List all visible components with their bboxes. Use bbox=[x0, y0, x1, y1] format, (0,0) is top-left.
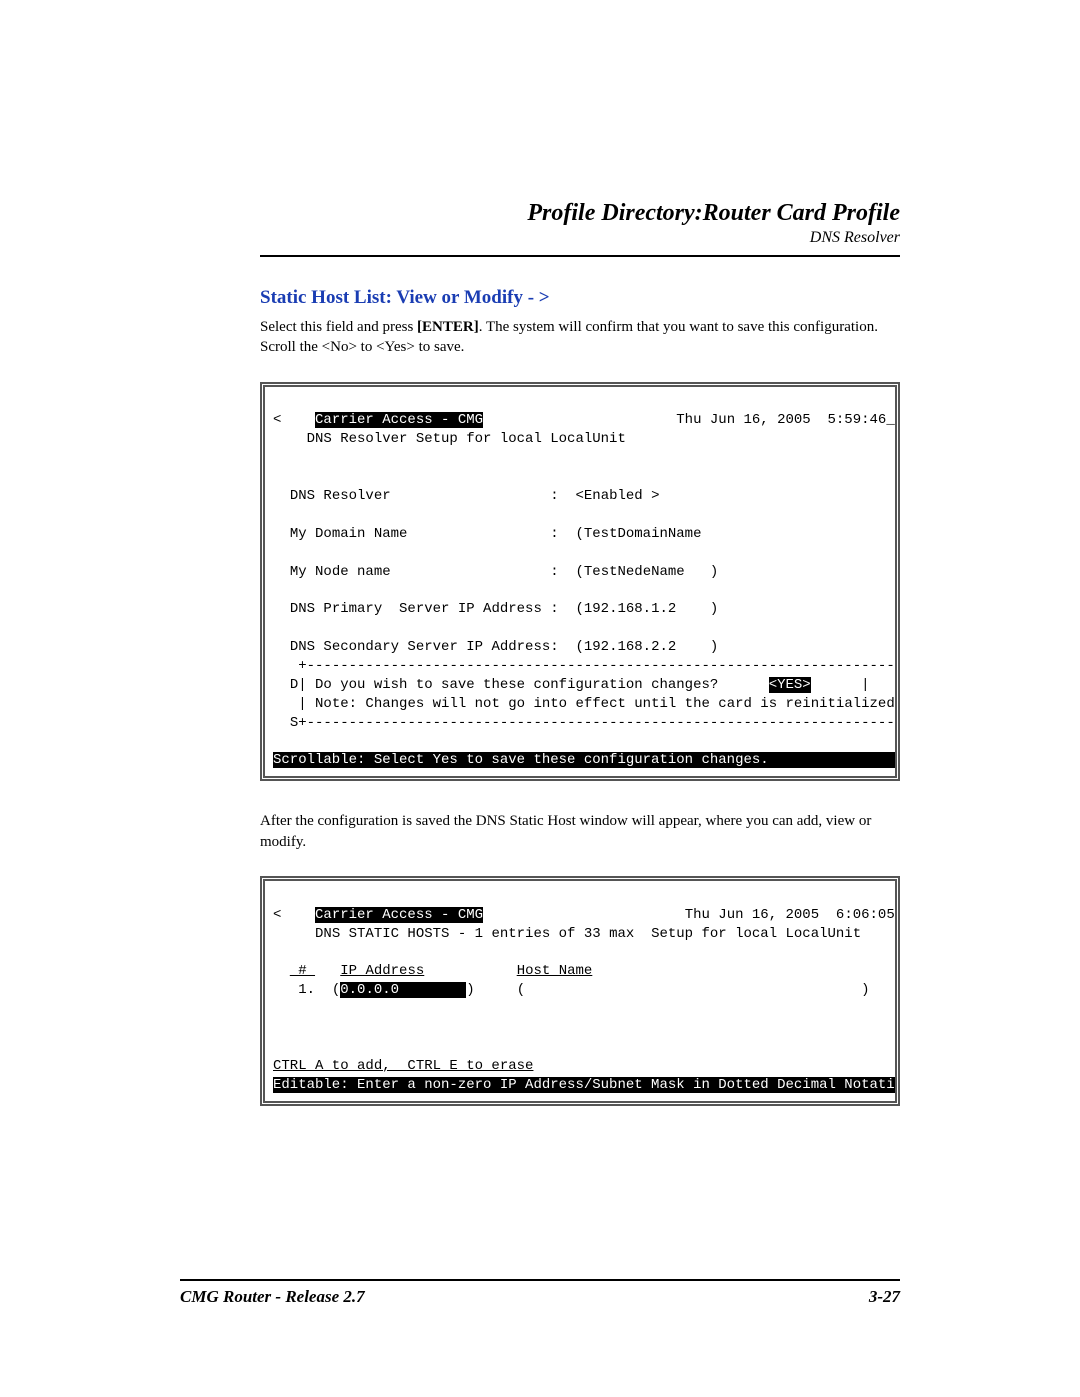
t1-dialog-top: +---------------------------------------… bbox=[298, 658, 900, 674]
header-subtitle: DNS Resolver bbox=[260, 229, 900, 247]
header-title: Profile Directory:Router Card Profile bbox=[260, 200, 900, 227]
t2-col-ip: IP Address bbox=[340, 963, 424, 979]
t2-col-host: Host Name bbox=[517, 963, 593, 979]
t1-node-label: My Node name bbox=[290, 564, 391, 580]
t2-hint: CTRL A to add, CTRL E to erase bbox=[273, 1058, 533, 1074]
t2-prompt-left: < bbox=[273, 907, 281, 923]
t1-domain-label: My Domain Name bbox=[290, 526, 408, 542]
footer-page-number: 3-27 bbox=[869, 1287, 900, 1307]
t2-title: Carrier Access - CMG bbox=[315, 907, 483, 923]
t2-ip-close: ) bbox=[466, 982, 474, 998]
enter-key-label: [ENTER] bbox=[417, 319, 479, 335]
t2-ip-input[interactable]: 0.0.0.0 bbox=[340, 982, 466, 998]
t2-subtitle: DNS STATIC HOSTS - 1 entries of 33 max S… bbox=[315, 926, 861, 942]
t2-ip-open: ( bbox=[332, 982, 340, 998]
t2-timestamp: Thu Jun 16, 2005 6:06:05 bbox=[685, 907, 895, 923]
t1-dialog-bot: ----------------------------------------… bbox=[307, 715, 900, 731]
header-rule bbox=[260, 255, 900, 257]
t1-secondary-value[interactable]: (192.168.2.2 ) bbox=[575, 639, 718, 655]
t1-dns-resolver-value[interactable]: <Enabled > bbox=[575, 488, 659, 504]
t2-host-close: ) bbox=[861, 982, 869, 998]
intro-prefix: Select this field and press bbox=[260, 319, 417, 335]
section-intro: Select this field and press [ENTER]. The… bbox=[260, 317, 900, 358]
t2-status-bar: Editable: Enter a non-zero IP Address/Su… bbox=[273, 1077, 900, 1093]
terminal-static-hosts: < Carrier Access - CMG Thu Jun 16, 2005 … bbox=[260, 876, 900, 1106]
section-title: Static Host List: View or Modify - > bbox=[260, 287, 900, 309]
t2-host-open: ( bbox=[517, 982, 525, 998]
t1-dialog-botp: S+ bbox=[290, 715, 307, 731]
t1-status-bar: Scrollable: Select Yes to save these con… bbox=[273, 752, 900, 768]
t1-dialog-l2: Note: Changes will not go into effect un… bbox=[307, 696, 900, 712]
t1-dialog-l2p: | bbox=[290, 696, 307, 712]
page-footer: CMG Router - Release 2.7 3-27 bbox=[180, 1271, 900, 1307]
t1-secondary-label: DNS Secondary Server IP Address: bbox=[290, 639, 559, 655]
t1-primary-label: DNS Primary Server IP Address : bbox=[290, 601, 559, 617]
t1-domain-value[interactable]: (TestDomainName bbox=[575, 526, 701, 542]
t1-node-value[interactable]: (TestNedeName ) bbox=[575, 564, 718, 580]
t1-dialog-l1p: D| bbox=[290, 677, 307, 693]
page-header: Profile Directory:Router Card Profile DN… bbox=[260, 200, 900, 247]
t1-prompt-left: < bbox=[273, 412, 281, 428]
footer-rule bbox=[180, 1279, 900, 1281]
t2-row-num: 1. bbox=[298, 982, 315, 998]
mid-paragraph: After the configuration is saved the DNS… bbox=[260, 811, 900, 852]
t1-primary-value[interactable]: (192.168.1.2 ) bbox=[575, 601, 718, 617]
footer-left: CMG Router - Release 2.7 bbox=[180, 1287, 365, 1307]
t1-dialog-l1s: | bbox=[811, 677, 870, 693]
t1-title: Carrier Access - CMG bbox=[315, 412, 483, 428]
t1-dialog-l1: Do you wish to save these configuration … bbox=[307, 677, 769, 693]
terminal-dns-resolver: < Carrier Access - CMG Thu Jun 16, 2005 … bbox=[260, 382, 900, 782]
t1-timestamp: Thu Jun 16, 2005 5:59:46_ bbox=[676, 412, 894, 428]
yes-button[interactable]: <YES> bbox=[769, 677, 811, 693]
t1-dns-resolver-label: DNS Resolver bbox=[290, 488, 391, 504]
t2-col-num: # bbox=[290, 963, 315, 979]
t1-subtitle: DNS Resolver Setup for local LocalUnit bbox=[307, 431, 626, 447]
